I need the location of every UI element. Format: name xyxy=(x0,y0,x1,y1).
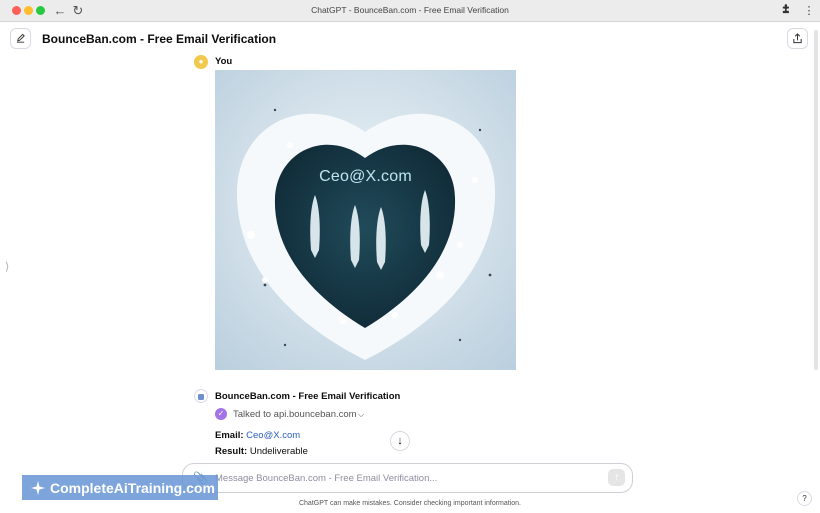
email-line: Email: Ceo@X.com xyxy=(215,430,300,441)
kebab-icon[interactable]: ⋮ xyxy=(801,3,817,19)
share-button[interactable] xyxy=(787,28,808,49)
share-icon xyxy=(793,33,802,44)
scrollbar[interactable] xyxy=(814,30,818,370)
assistant-sender-name: BounceBan.com - Free Email Verification xyxy=(215,391,401,402)
image-overlay-text: Ceo@X.com xyxy=(319,168,412,185)
watermark-text: CompleteAiTraining.com xyxy=(50,479,215,496)
scroll-down-button[interactable]: ↓ xyxy=(390,431,410,451)
message-input[interactable] xyxy=(215,470,595,486)
edit-icon xyxy=(16,33,25,43)
tool-call-summary[interactable]: Talked to api.bounceban.com xyxy=(233,409,357,420)
sidebar-toggle-handle[interactable]: ⟩ xyxy=(5,260,9,273)
result-value: Undeliverable xyxy=(249,446,308,457)
disclaimer-text: ChatGPT can make mistakes. Consider chec… xyxy=(298,500,522,507)
watermark: CompleteAiTraining.com xyxy=(22,475,218,500)
window-title: ChatGPT - BounceBan.com - Free Email Ver… xyxy=(311,5,509,15)
email-link[interactable]: Ceo@X.com xyxy=(246,430,300,441)
new-chat-button[interactable] xyxy=(10,28,31,49)
result-label: Result: xyxy=(215,446,248,457)
chevron-down-icon[interactable]: ⌵ xyxy=(235,34,241,44)
send-button[interactable]: ↑ xyxy=(608,469,625,486)
arrow-down-icon: ↓ xyxy=(397,435,403,447)
user-sender-name: You xyxy=(215,56,233,67)
sparkle-icon xyxy=(31,480,45,495)
help-button[interactable]: ? xyxy=(797,491,812,506)
checkmark-icon: ✓ xyxy=(215,408,227,420)
email-label: Email: xyxy=(215,430,244,441)
arrow-up-icon: ↑ xyxy=(614,472,619,483)
user-avatar: ● xyxy=(194,55,208,69)
uploaded-image[interactable]: Ceo@X.com xyxy=(215,70,516,370)
gpt-avatar xyxy=(194,389,208,403)
chevron-down-icon[interactable]: ⌵ xyxy=(358,410,364,420)
result-line: Result: Undeliverable xyxy=(215,446,308,457)
browser-titlebar: ← ↻ ChatGPT - BounceBan.com - Free Email… xyxy=(0,0,820,22)
puzzle-icon[interactable] xyxy=(778,3,794,19)
